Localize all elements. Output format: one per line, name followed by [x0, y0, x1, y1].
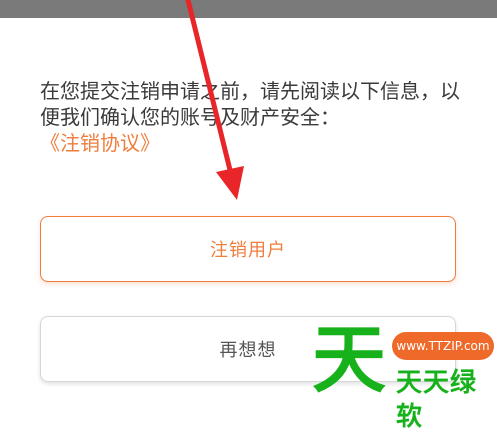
deregister-notice: 在您提交注销申请之前，请先阅读以下信息，以便我们确认您的账号及财产安全： 《注销… [40, 78, 460, 156]
agreement-link[interactable]: 《注销协议》 [40, 130, 160, 156]
watermark-brand: 天天绿软 [396, 368, 478, 432]
watermark: 天 www.TTZIP.com 天天绿软 [300, 317, 497, 432]
deregister-button-label: 注销用户 [210, 240, 286, 261]
notice-text: 在您提交注销申请之前，请先阅读以下信息，以便我们确认您的账号及财产安全： [40, 79, 460, 129]
top-bar [0, 0, 497, 18]
watermark-url: www.TTZIP.com [392, 332, 494, 360]
reconsider-button-label: 再想想 [219, 340, 277, 361]
watermark-big-char: 天 [312, 317, 386, 403]
deregister-button[interactable]: 注销用户 [40, 216, 456, 282]
